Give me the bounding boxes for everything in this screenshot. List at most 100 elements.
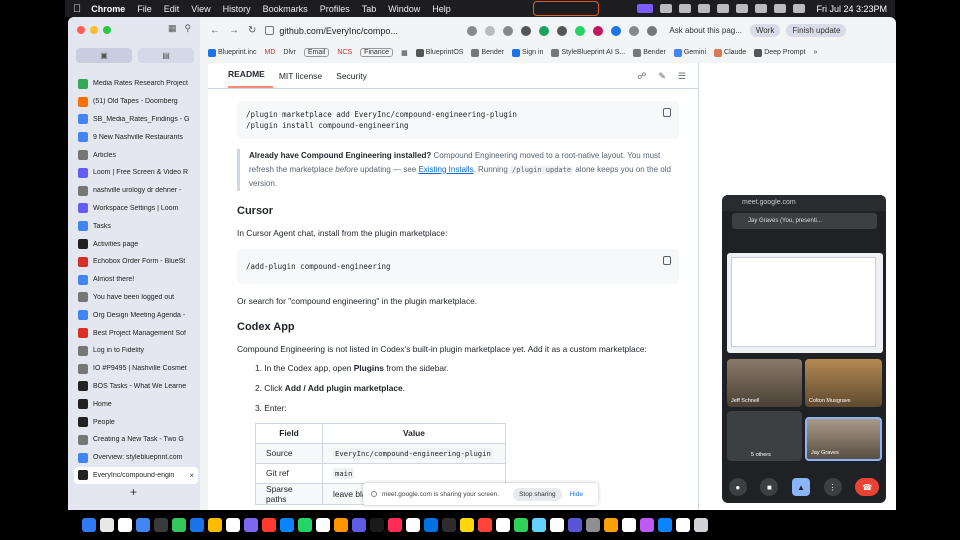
- recording-indicator[interactable]: [533, 1, 599, 16]
- ask-about-page-button[interactable]: Ask about this pag...: [669, 26, 742, 35]
- more-options-icon[interactable]: ⋮: [823, 478, 842, 496]
- extension-icon[interactable]: [539, 25, 550, 36]
- dock-app-icon[interactable]: [172, 518, 186, 532]
- sidebar-tab[interactable]: Org Design Meeting Agenda -: [74, 306, 198, 324]
- bookmark[interactable]: Finance: [360, 48, 394, 57]
- dock-app-icon[interactable]: [442, 518, 456, 532]
- bookmark[interactable]: Email: [303, 48, 330, 57]
- star-icon[interactable]: [485, 25, 496, 36]
- profile-button[interactable]: Work: [749, 24, 781, 37]
- apple-icon[interactable]: : [73, 3, 81, 15]
- back-arrow-icon[interactable]: ←: [210, 25, 220, 36]
- wifi-icon[interactable]: [755, 4, 768, 13]
- dock-app-icon[interactable]: [550, 518, 564, 532]
- dock-app-icon[interactable]: [118, 518, 132, 532]
- existing-installs-link[interactable]: Existing Installs: [418, 165, 473, 174]
- tab-search-icon[interactable]: ⚲: [185, 23, 192, 34]
- cast-icon[interactable]: [467, 25, 478, 36]
- pinned-tab[interactable]: ▤: [138, 48, 194, 63]
- participant-tile[interactable]: Jay Graves: [805, 417, 882, 461]
- dock-app-icon[interactable]: [100, 518, 114, 532]
- bookmark[interactable]: Bender: [471, 48, 504, 57]
- extension-icon[interactable]: [611, 25, 622, 36]
- search-icon[interactable]: [774, 4, 787, 13]
- copy-icon[interactable]: [663, 108, 671, 117]
- status-icon[interactable]: [736, 4, 749, 13]
- menu-window[interactable]: Window: [388, 4, 420, 14]
- sidebar-tab[interactable]: (51) Old Tapes - Doomberg: [74, 93, 198, 111]
- sidebar-tab[interactable]: nashville urology dr dehner -: [74, 182, 198, 200]
- zoom-window-button[interactable]: [103, 26, 111, 34]
- address-bar[interactable]: github.com/EveryInc/compo...: [265, 22, 461, 40]
- sidebar-tab[interactable]: Articles: [74, 146, 198, 164]
- status-icon[interactable]: [698, 4, 711, 13]
- dock-app-icon[interactable]: [388, 518, 402, 532]
- menu-edit[interactable]: Edit: [164, 4, 180, 14]
- sidebar-tab[interactable]: Tasks: [74, 217, 198, 235]
- dock-app-icon[interactable]: [640, 518, 654, 532]
- pencil-icon[interactable]: ✎: [658, 71, 666, 82]
- dock-app-icon[interactable]: [676, 518, 690, 532]
- outline-list-icon[interactable]: ☰: [678, 71, 686, 82]
- dock-app-icon[interactable]: [694, 518, 708, 532]
- dock-app-icon[interactable]: [406, 518, 420, 532]
- dock-app-icon[interactable]: [532, 518, 546, 532]
- dock-app-icon[interactable]: [226, 518, 240, 532]
- menubar-app-name[interactable]: Chrome: [91, 4, 125, 14]
- dock-app-icon[interactable]: [496, 518, 510, 532]
- sidebar-tab[interactable]: Media Rates Research Project: [74, 75, 198, 93]
- menu-history[interactable]: History: [223, 4, 251, 14]
- sidebar-toggle-icon[interactable]: ▦: [168, 23, 177, 34]
- dock-app-icon[interactable]: [154, 518, 168, 532]
- menu-tab[interactable]: Tab: [362, 4, 377, 14]
- end-call-icon[interactable]: ☎: [855, 478, 880, 496]
- dock-app-icon[interactable]: [622, 518, 636, 532]
- sidebar-tab[interactable]: BOS Tasks - What We Learne: [74, 378, 198, 396]
- sidebar-tab[interactable]: IO #P9495 | Nashville Cosmet: [74, 360, 198, 378]
- screen-share-icon[interactable]: [637, 4, 654, 13]
- new-tab-button[interactable]: +: [130, 485, 137, 499]
- dock-app-icon[interactable]: [514, 518, 528, 532]
- extension-icon[interactable]: [521, 25, 532, 36]
- extension-icon[interactable]: [575, 25, 586, 36]
- menu-profiles[interactable]: Profiles: [320, 4, 350, 14]
- bookmark[interactable]: Deep Prompt: [754, 48, 805, 57]
- tab-license[interactable]: MIT license: [279, 71, 330, 88]
- download-icon[interactable]: [647, 25, 658, 36]
- menubar-clock[interactable]: Fri Jul 24 3:23PM: [816, 4, 887, 14]
- dock-app-icon[interactable]: [82, 518, 96, 532]
- bookmark[interactable]: NCS: [337, 49, 352, 56]
- edit-copilot-icon[interactable]: ☍: [637, 71, 646, 82]
- dock-app-icon[interactable]: [316, 518, 330, 532]
- sidebar-tab[interactable]: Creating a New Task - Two G: [74, 431, 198, 449]
- dock-app-icon[interactable]: [298, 518, 312, 532]
- sidebar-tab[interactable]: 9 New Nashville Restaurants: [74, 128, 198, 146]
- sidebar-tab[interactable]: Echobox Order Form - BlueSt: [74, 253, 198, 271]
- meet-presenter-bar[interactable]: Jay Graves (You, presenti...: [732, 213, 877, 229]
- sidebar-tab[interactable]: SB_Media_Rates_Findings - G: [74, 111, 198, 129]
- status-icon[interactable]: [717, 4, 730, 13]
- bookmark[interactable]: Sign in: [512, 48, 543, 57]
- dock-app-icon[interactable]: [244, 518, 258, 532]
- dock-app-icon[interactable]: [568, 518, 582, 532]
- dock-app-icon[interactable]: [586, 518, 600, 532]
- hide-banner-button[interactable]: Hide: [570, 491, 583, 498]
- dock-app-icon[interactable]: [424, 518, 438, 532]
- dock-app-icon[interactable]: [334, 518, 348, 532]
- dock-app-icon[interactable]: [370, 518, 384, 532]
- sidebar-tab[interactable]: You have been logged out: [74, 289, 198, 307]
- participant-tile[interactable]: 5 others: [727, 411, 802, 461]
- camera-icon[interactable]: ■: [760, 478, 779, 496]
- tab-readme[interactable]: README: [228, 69, 273, 88]
- menu-view[interactable]: View: [191, 4, 210, 14]
- code-block-install[interactable]: /plugin marketplace add EveryInc/compoun…: [237, 101, 679, 139]
- bookmark[interactable]: StyleBlueprint AI S...: [551, 48, 625, 57]
- dock-app-icon[interactable]: [658, 518, 672, 532]
- extension-icon[interactable]: [557, 25, 568, 36]
- tab-security[interactable]: Security: [336, 71, 375, 88]
- control-center-icon[interactable]: [793, 4, 806, 13]
- menu-bookmarks[interactable]: Bookmarks: [263, 4, 308, 14]
- stop-sharing-button[interactable]: Stop sharing: [513, 487, 562, 501]
- sidebar-tab[interactable]: Almost there!: [74, 271, 198, 289]
- sidebar-tab[interactable]: People: [74, 413, 198, 431]
